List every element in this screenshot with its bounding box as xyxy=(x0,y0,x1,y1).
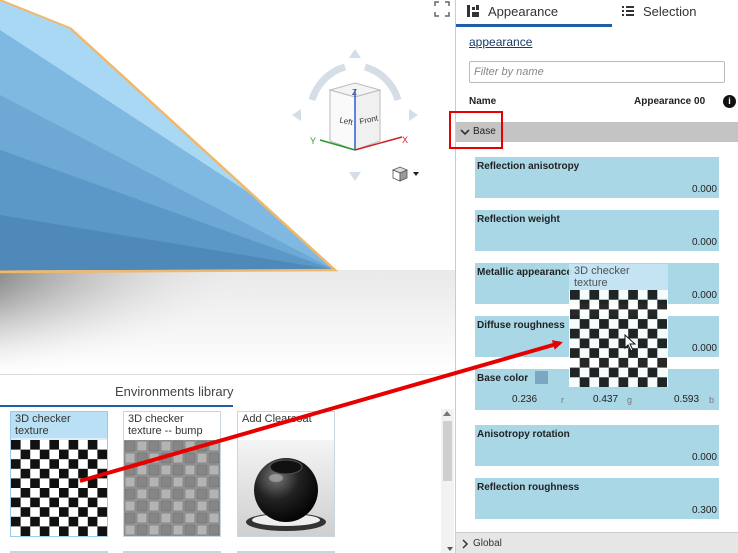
tab-appearance-label: Appearance xyxy=(488,4,559,19)
prop-value[interactable]: 0.300 xyxy=(692,505,717,516)
prop-anisotropy-rotation: Anisotropy rotation 0.000 xyxy=(475,425,719,466)
tile-label: Add Clearcoat xyxy=(242,413,312,425)
prop-label: Reflection roughness xyxy=(477,482,580,493)
bump-texture-thumbnail xyxy=(124,440,220,536)
color-b-value[interactable]: 0.593 xyxy=(674,394,699,405)
tile-label: 3D checker texture xyxy=(11,412,107,438)
prop-reflection-roughness: Reflection roughness 0.300 xyxy=(475,478,719,519)
color-r-value[interactable]: 0.236 xyxy=(512,394,537,405)
tab-selection[interactable]: Selection xyxy=(621,0,731,26)
tab-selection-label: Selection xyxy=(643,4,697,19)
prop-label: Diffuse roughness xyxy=(477,320,565,331)
mouse-cursor-icon xyxy=(624,334,637,352)
color-g-label: g xyxy=(627,395,633,405)
x-axis-label: X xyxy=(402,135,408,145)
prop-label: Metallic appearance xyxy=(477,267,573,278)
checker-texture-thumbnail xyxy=(570,290,667,387)
prop-value[interactable]: 0.000 xyxy=(692,184,717,195)
view-mode-dropdown-icon[interactable] xyxy=(391,165,423,183)
y-axis-label: Y xyxy=(310,136,316,146)
environments-library: Environments library 3D checker texture … xyxy=(0,374,455,553)
name-label: Name xyxy=(469,96,497,107)
color-swatch[interactable] xyxy=(535,371,548,384)
name-value[interactable]: Appearance 00 xyxy=(634,96,705,107)
clearcoat-sphere-thumbnail xyxy=(238,440,334,536)
tab-appearance[interactable]: Appearance xyxy=(466,0,612,26)
prop-label: Anisotropy rotation xyxy=(477,429,570,440)
appearance-icon xyxy=(467,5,479,17)
library-tile-3d-checker-bump[interactable]: 3D checker texture -- bump xyxy=(123,411,221,537)
3d-viewport[interactable]: Left Front Z X Y xyxy=(0,0,455,374)
prop-label: Base color xyxy=(477,373,529,384)
library-tab-underline xyxy=(0,405,233,407)
list-icon xyxy=(622,6,634,16)
prop-reflection-weight: Reflection weight 0.000 xyxy=(475,210,719,251)
panel-scroll-down-icon[interactable] xyxy=(445,532,455,553)
prop-value[interactable]: 0.000 xyxy=(692,290,717,301)
prop-label: Reflection anisotropy xyxy=(477,161,580,172)
prop-reflection-anisotropy: Reflection anisotropy 0.000 xyxy=(475,157,719,198)
scroll-up-icon[interactable] xyxy=(443,411,451,416)
scrollbar-thumb[interactable] xyxy=(443,421,452,481)
library-tile-3d-checker[interactable]: 3D checker texture xyxy=(10,411,108,537)
library-tile-add-clearcoat[interactable]: Add Clearcoat xyxy=(237,411,335,537)
prop-value[interactable]: 0.000 xyxy=(692,452,717,463)
checker-texture-thumbnail xyxy=(11,440,107,536)
info-icon[interactable]: i xyxy=(723,95,736,108)
highlight-annotation-box xyxy=(449,111,503,149)
drag-preview-tile: 3D checker texture xyxy=(569,264,668,387)
filter-input[interactable] xyxy=(469,61,725,83)
color-b-label: b xyxy=(709,395,715,405)
drag-preview-label: 3D checker texture xyxy=(569,264,668,290)
prop-value[interactable]: 0.000 xyxy=(692,237,717,248)
color-r-label: r xyxy=(561,395,564,405)
section-global-header[interactable]: Global xyxy=(456,532,738,553)
library-title[interactable]: Environments library xyxy=(115,384,234,399)
chevron-right-icon xyxy=(462,539,469,549)
tile-label: 3D checker texture -- bump xyxy=(128,413,203,437)
color-g-value[interactable]: 0.437 xyxy=(593,394,618,405)
prop-value[interactable]: 0.000 xyxy=(692,343,717,354)
fullscreen-icon[interactable] xyxy=(434,1,450,17)
section-global-label: Global xyxy=(473,538,502,549)
prop-label: Reflection weight xyxy=(477,214,560,225)
active-tab-indicator xyxy=(456,24,612,27)
breadcrumb[interactable]: appearance xyxy=(469,35,532,49)
view-cube[interactable]: Left Front Z X Y xyxy=(290,45,420,185)
